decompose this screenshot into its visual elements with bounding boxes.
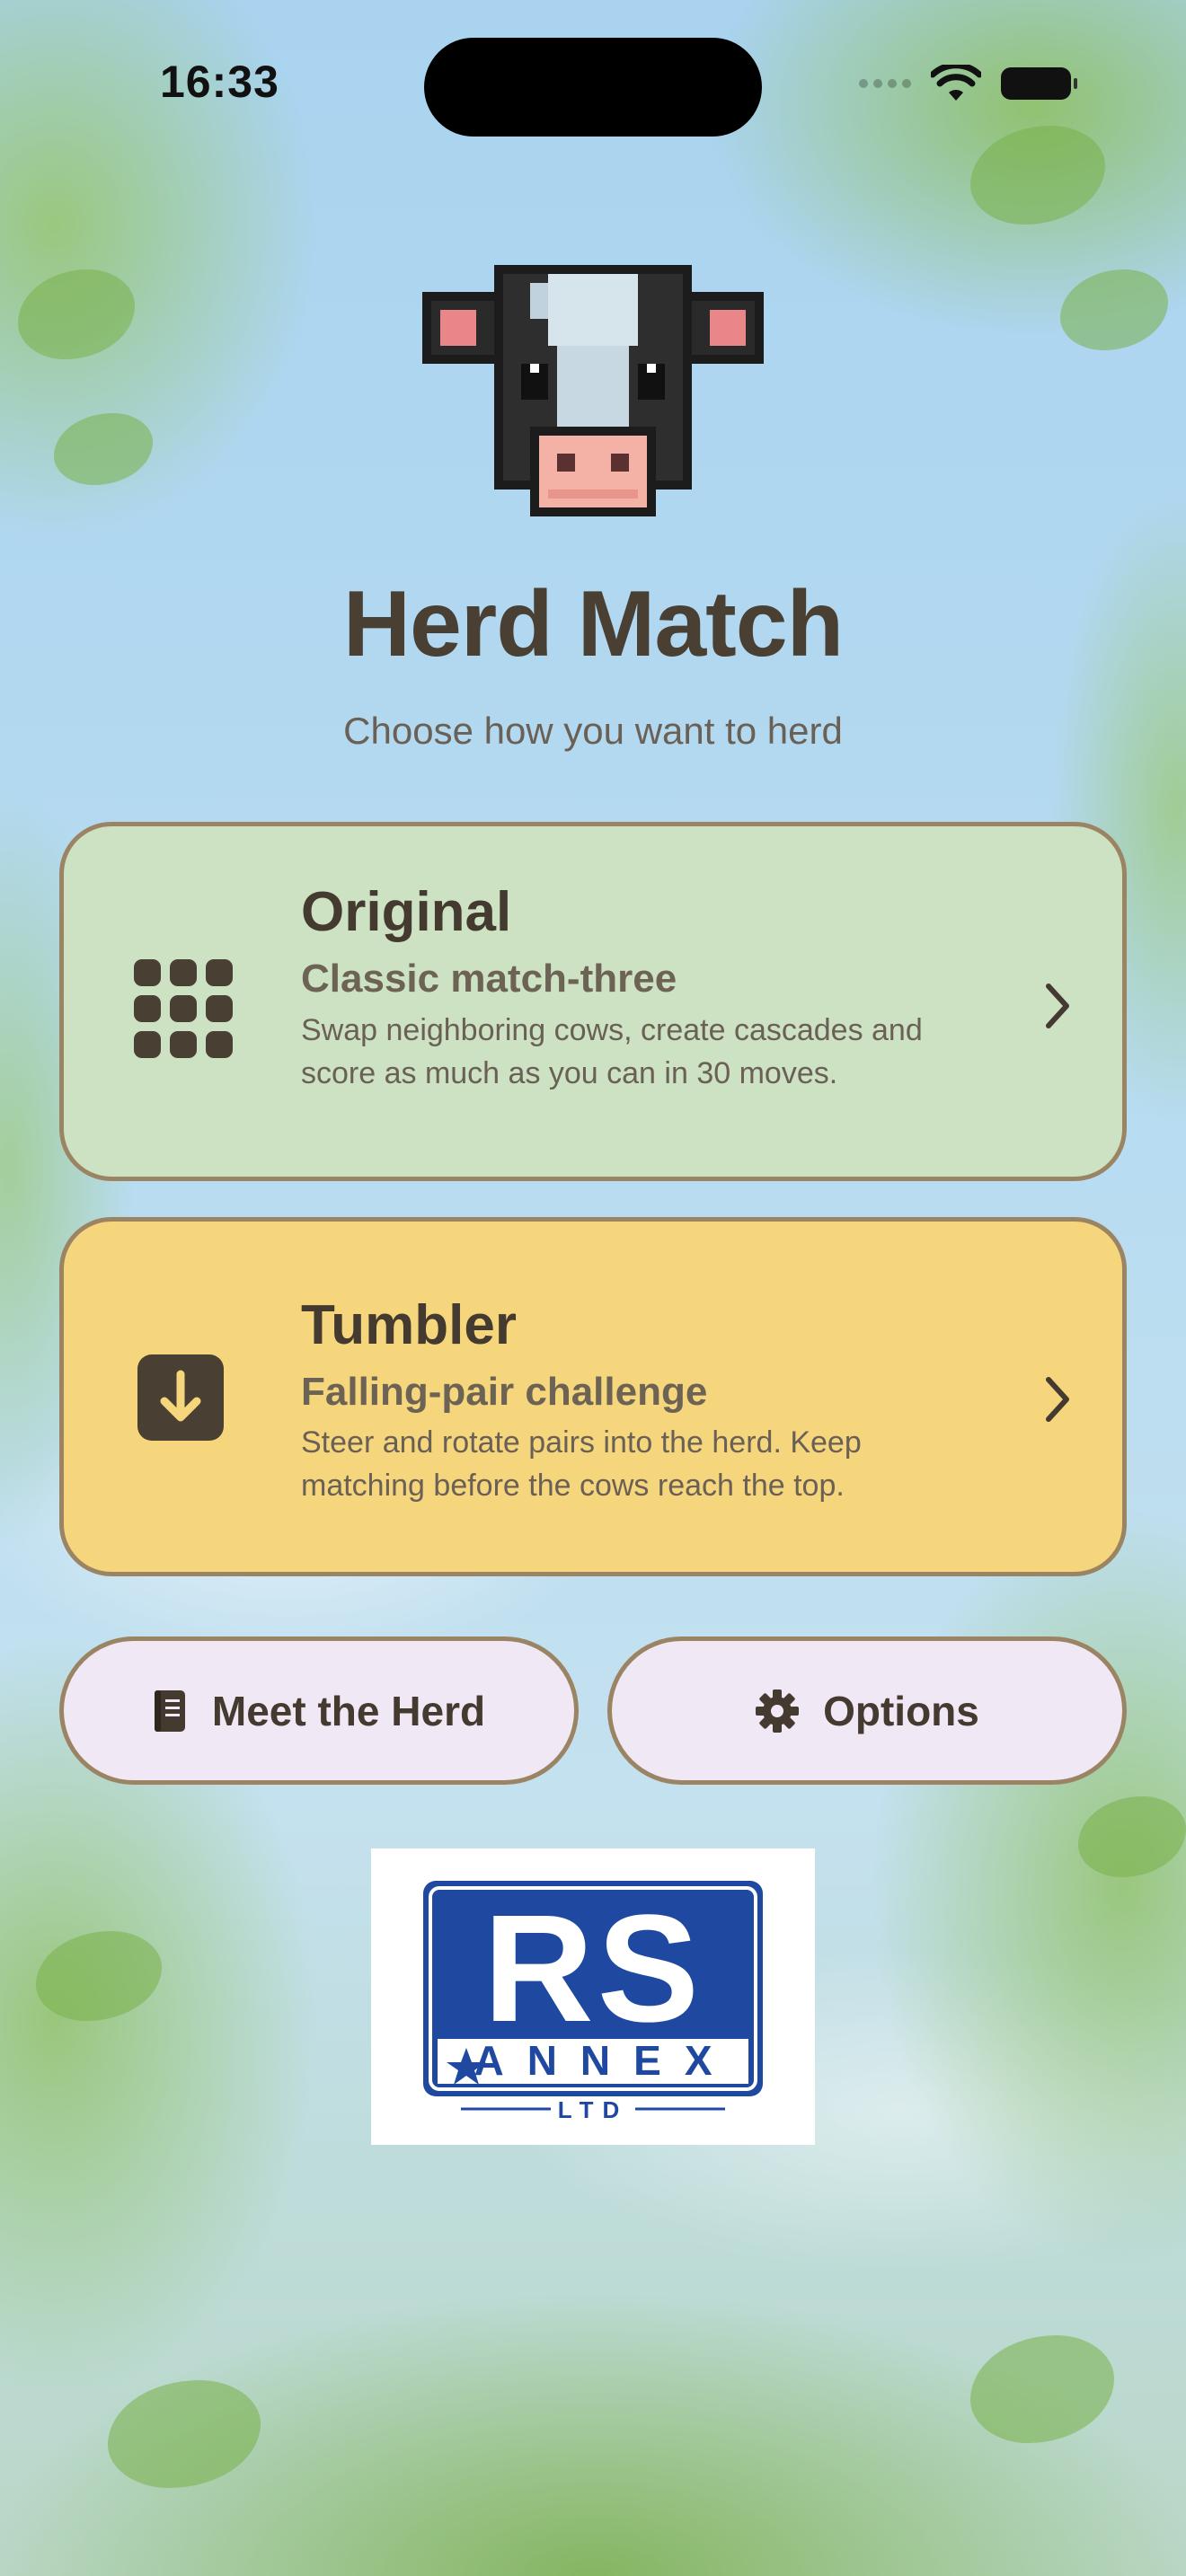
leaf-decoration [18, 269, 135, 359]
leaf-decoration [1078, 1796, 1186, 1877]
mode-card-tumbler[interactable]: Tumbler Falling-pair challenge Steer and… [59, 1217, 1127, 1576]
book-icon [154, 1689, 185, 1732]
mode-subtitle: Falling-pair challenge [301, 1370, 708, 1414]
status-time: 16:33 [160, 57, 279, 107]
arrow-down-box-icon [137, 1354, 224, 1441]
logo-ltd-text: LTD [558, 2096, 629, 2123]
app-subtitle: Choose how you want to herd [343, 710, 843, 752]
dynamic-island [424, 38, 762, 137]
options-button[interactable]: Options [607, 1636, 1127, 1785]
meet-the-herd-label: Meet the Herd [211, 1687, 486, 1734]
leaf-decoration [54, 413, 153, 485]
mode-title: Tumbler [301, 1294, 517, 1356]
logo-annex-text: ANNEX [474, 2037, 735, 2084]
mode-card-original[interactable]: Original Classic match-three Swap neighb… [59, 822, 1127, 1181]
mode-subtitle: Classic match-three [301, 957, 677, 1001]
mode-title: Original [301, 881, 512, 943]
rs-annex-logo: RS ANNEX LTD [423, 1881, 763, 2123]
grid-icon [134, 959, 233, 1058]
meet-the-herd-button[interactable]: Meet the Herd [59, 1636, 579, 1785]
app-title: Herd Match [342, 572, 844, 676]
leaf-decoration [970, 2335, 1114, 2443]
cow-mascot-icon [422, 265, 764, 516]
chevron-right-icon [1046, 1377, 1069, 1422]
wifi-icon [931, 65, 981, 101]
signal-icon [859, 79, 911, 88]
gear-icon [756, 1689, 800, 1733]
mode-description: Steer and rotate pairs into the herd. Ke… [301, 1425, 862, 1503]
leaf-decoration [108, 2380, 261, 2488]
leaf-decoration [36, 1931, 162, 2021]
chevron-right-icon [1046, 984, 1069, 1028]
logo-rs-text: RS [483, 1883, 703, 2054]
battery-icon [1001, 67, 1077, 100]
leaf-decoration [1060, 269, 1168, 350]
mode-description: Swap neighboring cows, create cascades a… [301, 1013, 923, 1090]
sponsor-logo: RS ANNEX LTD [371, 1848, 815, 2145]
status-indicators [859, 65, 1077, 102]
leaf-decoration [970, 126, 1105, 225]
options-label: Options [823, 1687, 979, 1734]
